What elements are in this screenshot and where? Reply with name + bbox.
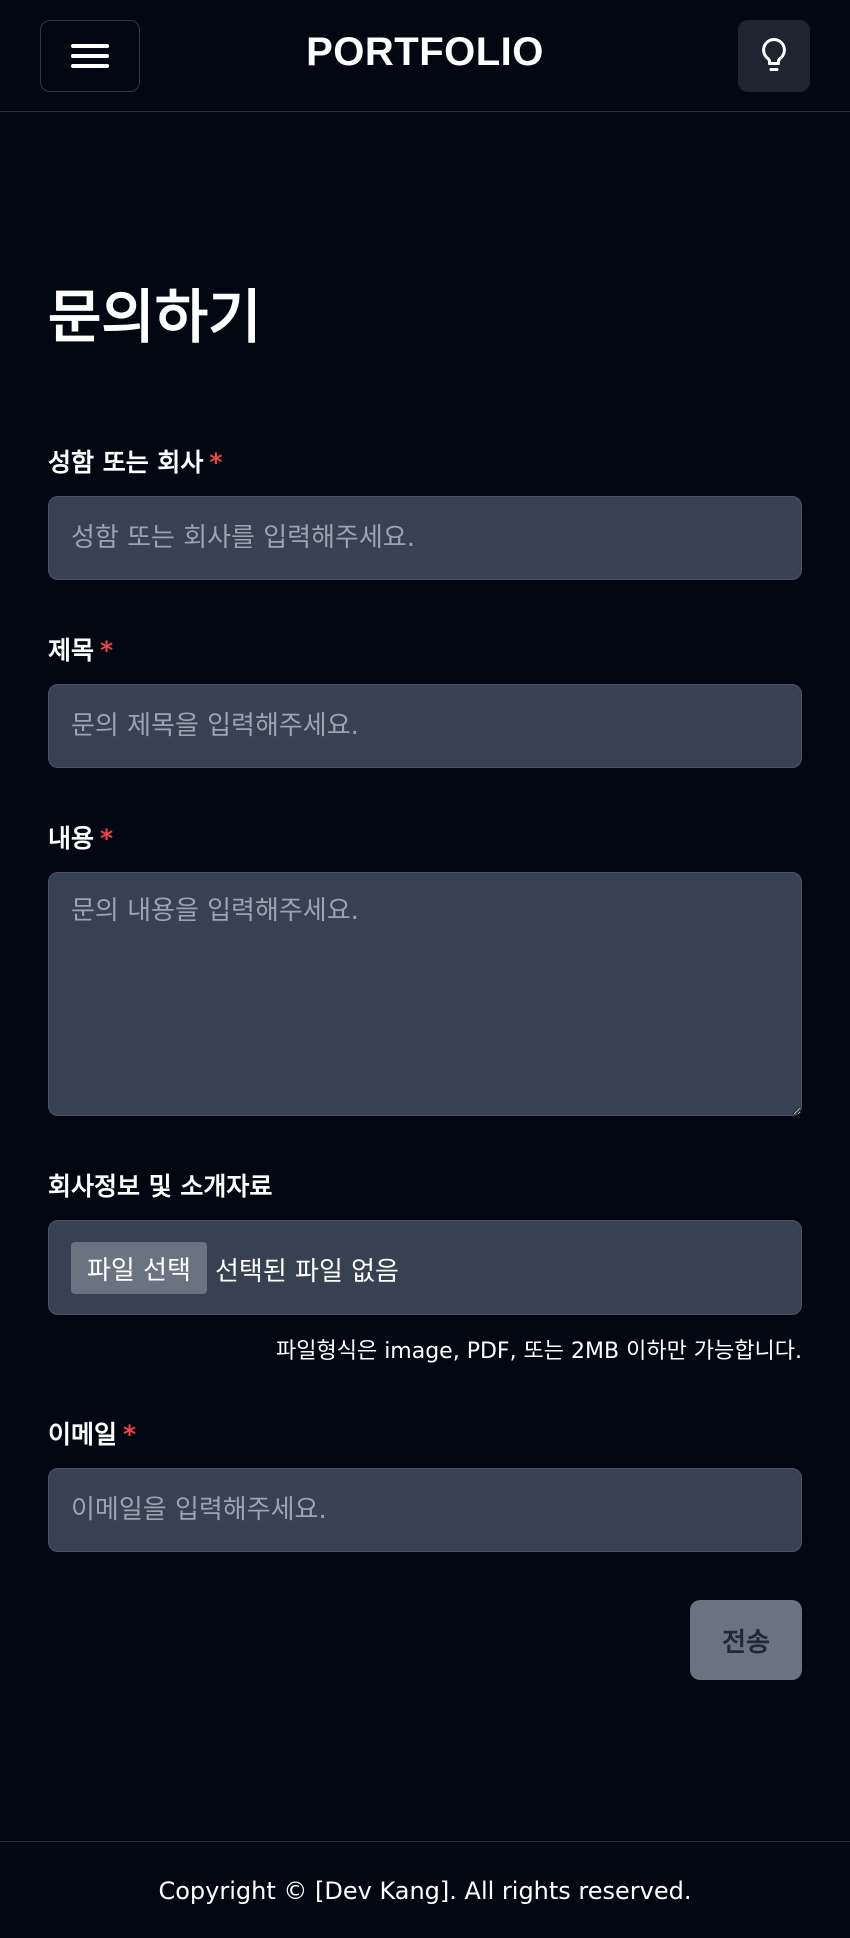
required-mark: * bbox=[100, 824, 114, 853]
contact-page: PORTFOLIO 문의하기 성함 또는 회사* 제목* 내용* 회사정보 및 … bbox=[0, 0, 850, 1938]
name-label-text: 성함 또는 회사 bbox=[48, 448, 204, 477]
file-format-hint: 파일형식은 image, PDF, 또는 2MB 이하만 가능합니다. bbox=[276, 1339, 802, 1364]
name-input[interactable] bbox=[48, 496, 802, 580]
email-label-text: 이메일 bbox=[48, 1420, 118, 1449]
file-input[interactable]: 파일 선택 선택된 파일 없음 bbox=[48, 1220, 802, 1315]
theme-toggle-button[interactable] bbox=[738, 20, 810, 92]
name-field-label: 성함 또는 회사 * bbox=[48, 443, 223, 479]
required-mark: * bbox=[123, 1420, 137, 1449]
hamburger-menu-icon bbox=[71, 42, 109, 70]
required-mark: * bbox=[209, 448, 223, 477]
top-header: PORTFOLIO bbox=[0, 0, 850, 112]
choose-file-button[interactable]: 파일 선택 bbox=[71, 1242, 207, 1294]
subject-field-label: 제목 * bbox=[48, 631, 113, 667]
content-field-label: 내용 * bbox=[48, 819, 113, 855]
required-mark: * bbox=[100, 636, 114, 665]
subject-input[interactable] bbox=[48, 684, 802, 768]
page-title: 문의하기 bbox=[48, 283, 262, 351]
submit-button[interactable]: 전송 bbox=[690, 1600, 802, 1680]
file-field-label: 회사정보 및 소개자료 bbox=[48, 1172, 273, 1201]
email-field-label: 이메일 * bbox=[48, 1415, 136, 1451]
content-textarea[interactable] bbox=[48, 872, 802, 1116]
file-status-text: 선택된 파일 없음 bbox=[215, 1257, 399, 1287]
copyright-text: Copyright © [Dev Kang]. All rights reser… bbox=[158, 1877, 692, 1905]
subject-label-text: 제목 bbox=[48, 636, 95, 665]
content-label-text: 내용 bbox=[48, 824, 95, 853]
email-input[interactable] bbox=[48, 1468, 802, 1552]
menu-button[interactable] bbox=[40, 20, 140, 92]
lightbulb-icon bbox=[762, 38, 786, 71]
